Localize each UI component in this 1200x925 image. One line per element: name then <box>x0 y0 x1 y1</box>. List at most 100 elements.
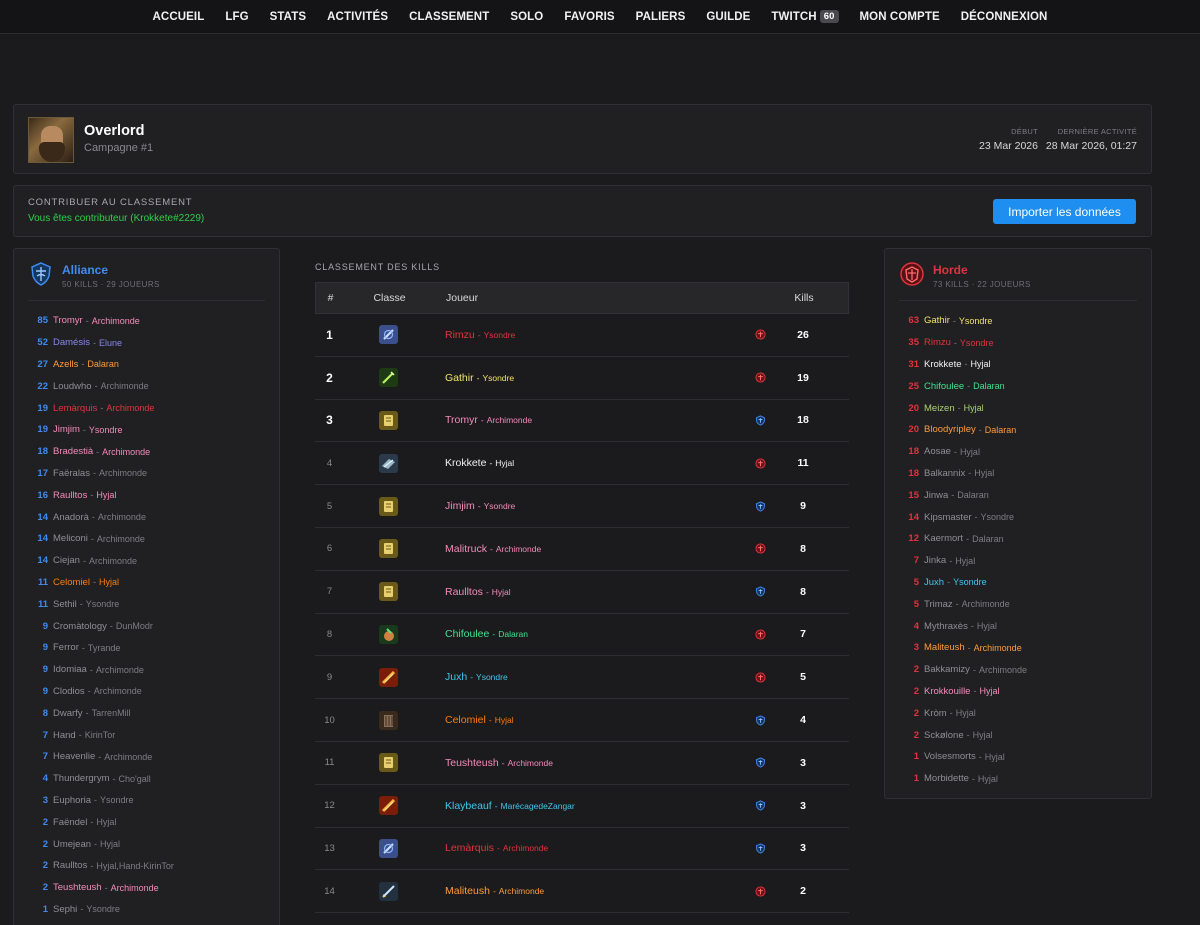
player-row[interactable]: 12 Kaermort - Dalaran <box>899 528 1137 550</box>
player-row[interactable]: 14 Meliconi - Archimonde <box>28 528 265 550</box>
table-row[interactable]: 1 Rimzu - Ysondre 26 <box>315 314 849 357</box>
player-row[interactable]: 9 Idomiaa - Archimonde <box>28 659 265 681</box>
table-row[interactable]: 3 Tromyr - Archimonde 18 <box>315 400 849 443</box>
realm-separator: - <box>972 664 976 675</box>
table-row[interactable]: 6 Malitruck - Archimonde 8 <box>315 528 849 571</box>
player-row[interactable]: 5 Trimaz - Archimonde <box>899 593 1137 615</box>
table-row[interactable]: 14 Maliteush - Archimonde 2 <box>315 870 849 914</box>
nav-item-guilde[interactable]: GUILDE <box>696 11 761 23</box>
player-row[interactable]: 7 Heavenlie - Archimonde <box>28 746 265 768</box>
nav-item-lfg[interactable]: LFG <box>215 11 259 23</box>
player-row[interactable]: 14 Anadorà - Archimonde <box>28 506 265 528</box>
player-name[interactable]: Raulltos <box>445 586 483 598</box>
nav-item-paliers[interactable]: PALIERS <box>625 11 696 23</box>
nav-item-accueil[interactable]: ACCUEIL <box>142 11 215 23</box>
player-row[interactable]: 16 Raulltos - Hyjal <box>28 484 265 506</box>
player-row[interactable]: 7 Hand - KirinTor <box>28 724 265 746</box>
player-row[interactable]: 17 Faëralas - Archimonde <box>28 463 265 485</box>
player-row[interactable]: 20 Meizen - Hyjal <box>899 397 1137 419</box>
table-row[interactable]: 11 Teushteush - Archimonde 3 <box>315 742 849 785</box>
player-row[interactable]: 52 Damésis - Elune <box>28 332 265 354</box>
table-row[interactable]: 12 Klaybeauf - MarécagedeZangar 3 <box>315 785 849 828</box>
player-row[interactable]: 4 Thundergrym - Cho'gall <box>28 768 265 790</box>
realm-separator: - <box>87 686 91 697</box>
player-row[interactable]: 19 Lemàrquis - Archimonde <box>28 397 265 419</box>
player-row[interactable]: 15 Jinwa - Dalaran <box>899 484 1137 506</box>
player-name[interactable]: Jimjim <box>445 500 475 512</box>
table-row[interactable]: 2 Gathir - Ysondre 19 <box>315 357 849 400</box>
table-row[interactable]: 10 Celomiel - Hyjal 4 <box>315 699 849 742</box>
player-row[interactable]: 85 Tromyr - Archimonde <box>28 310 265 332</box>
player-row[interactable]: 1 Volsesmorts - Hyjal <box>899 746 1137 768</box>
player-name[interactable]: Rimzu <box>445 329 475 341</box>
table-row[interactable]: 9 Juxh - Ysondre 5 <box>315 656 849 700</box>
realm-separator: - <box>966 533 970 544</box>
player-row[interactable]: 18 Bradestià - Archimonde <box>28 441 265 463</box>
fire-mage-icon <box>379 796 398 816</box>
player-name: Ciejan <box>53 555 80 567</box>
player-row[interactable]: 3 Euphoria - Ysondre <box>28 790 265 812</box>
player-row[interactable]: 8 Dwarfy - TarrenMill <box>28 702 265 724</box>
player-row[interactable]: 4 Mythraxès - Hyjal <box>899 615 1137 637</box>
player-row[interactable]: 20 Bloodyripley - Dalaran <box>899 419 1137 441</box>
player-row[interactable]: 9 Cromàtology - DunModr <box>28 615 265 637</box>
player-name: Faëndel <box>53 816 88 828</box>
table-row[interactable]: 5 Jimjim - Ysondre 9 <box>315 485 849 528</box>
nav-item-moncompte[interactable]: MON COMPTE <box>849 11 950 23</box>
nav-item-favoris[interactable]: FAVORIS <box>554 11 625 23</box>
player-row[interactable]: 1 Morbidette - Hyjal <box>899 768 1137 790</box>
table-row[interactable]: 13 Lemàrquis - Archimonde 3 <box>315 828 849 871</box>
player-name: Bloodyripley <box>924 424 976 436</box>
player-row[interactable]: 2 Umejean - Hyjal <box>28 833 265 855</box>
table-row[interactable]: 4 Krokkete - Hyjal 11 <box>315 442 849 486</box>
player-name[interactable]: Lemàrquis <box>445 842 494 854</box>
player-name[interactable]: Juxh <box>445 671 467 683</box>
nav-item-déconnexion[interactable]: DÉCONNEXION <box>950 11 1058 23</box>
nav-item-twitch[interactable]: TWITCH 60 <box>761 10 849 23</box>
player-row[interactable]: 2 Kròm - Hyjal <box>899 702 1137 724</box>
nav-item-classement[interactable]: CLASSEMENT <box>399 11 500 23</box>
player-name[interactable]: Gathir <box>445 372 474 384</box>
nav-item-stats[interactable]: STATS <box>259 11 317 23</box>
player-row[interactable]: 63 Gathir - Ysondre <box>899 310 1137 332</box>
player-row[interactable]: 25 Chifoulee - Dalaran <box>899 375 1137 397</box>
player-row[interactable]: 11 Sethil - Ysondre <box>28 593 265 615</box>
player-row[interactable]: 18 Aosae - Hyjal <box>899 441 1137 463</box>
player-name[interactable]: Chifoulee <box>445 628 489 640</box>
player-row[interactable]: 2 Bakkamizy - Archimonde <box>899 659 1137 681</box>
player-name[interactable]: Malitruck <box>445 543 487 555</box>
nav-item-activités[interactable]: ACTIVITÉS <box>317 11 399 23</box>
player-row[interactable]: 7 Jinka - Hyjal <box>899 550 1137 572</box>
player-row[interactable]: 27 Azells - Dalaran <box>28 354 265 376</box>
player-row[interactable]: 2 Sckølone - Hyjal <box>899 724 1137 746</box>
player-row[interactable]: 35 Rimzu - Ysondre <box>899 332 1137 354</box>
player-name[interactable]: Celomiel <box>445 714 486 726</box>
player-row[interactable]: 9 Clodios - Archimonde <box>28 681 265 703</box>
priest-icon <box>379 453 398 473</box>
player-row[interactable]: 3 Maliteush - Archimonde <box>899 637 1137 659</box>
import-data-button[interactable]: Importer les données <box>993 199 1136 224</box>
nav-item-solo[interactable]: SOLO <box>500 11 554 23</box>
player-name[interactable]: Teushteush <box>445 757 499 769</box>
player-row[interactable]: 1 Sephi - Ysondre <box>28 899 265 921</box>
player-row[interactable]: 2 Faëndel - Hyjal <box>28 811 265 833</box>
realm-separator: - <box>957 403 961 414</box>
player-row[interactable]: 18 Balkannix - Hyjal <box>899 463 1137 485</box>
player-row[interactable]: 22 Loudwho - Archimonde <box>28 375 265 397</box>
player-name[interactable]: Maliteush <box>445 885 490 897</box>
table-row[interactable]: 8 Chifoulee - Dalaran 7 <box>315 614 849 657</box>
player-name[interactable]: Krokkete <box>445 457 486 469</box>
player-row[interactable]: 5 Juxh - Ysondre <box>899 572 1137 594</box>
table-row[interactable]: 7 Raulltos - Hyjal 8 <box>315 571 849 614</box>
player-row[interactable]: 19 Jimjim - Ysondre <box>28 419 265 441</box>
player-row[interactable]: 11 Celomiel - Hyjal <box>28 572 265 594</box>
player-row[interactable]: 14 Kipsmaster - Ysondre <box>899 506 1137 528</box>
player-row[interactable]: 2 Raulltos - Hyjal,Hand-KirinTor <box>28 855 265 877</box>
player-row[interactable]: 31 Krokkete - Hyjal <box>899 354 1137 376</box>
player-name[interactable]: Klaybeauf <box>445 800 492 812</box>
player-row[interactable]: 2 Krokkouille - Hyjal <box>899 681 1137 703</box>
player-row[interactable]: 14 Ciejan - Archimonde <box>28 550 265 572</box>
player-row[interactable]: 9 Ferror - Tyrande <box>28 637 265 659</box>
player-row[interactable]: 2 Teushteush - Archimonde <box>28 877 265 899</box>
player-name[interactable]: Tromyr <box>445 414 478 426</box>
